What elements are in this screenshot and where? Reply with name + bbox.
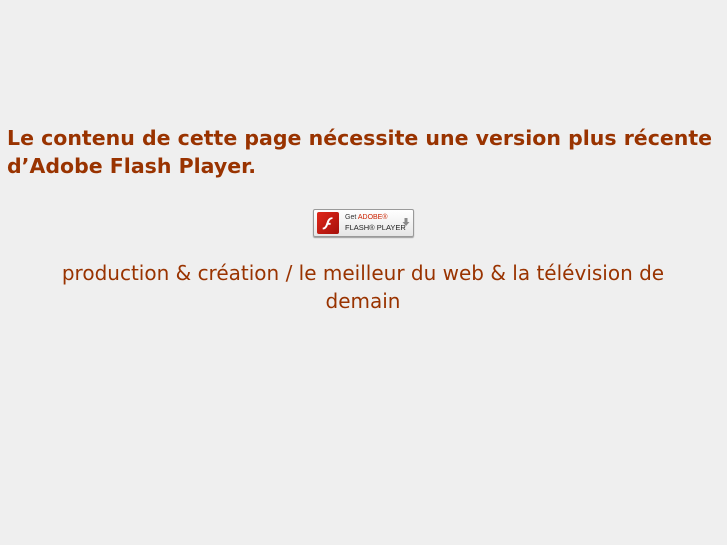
badge-flash-player-text: FLASH® PLAYER [345,223,406,232]
flash-required-notice: Le contenu de cette page nécessite une v… [7,126,713,178]
page: Le contenu de cette page nécessite une v… [0,0,727,545]
flash-badge: Get ADOBE® FLASH® PLAYER [313,209,414,237]
download-arrow-icon [402,212,410,226]
badge-line-get-adobe: Get ADOBE® [345,214,388,222]
get-flash-player-button[interactable]: Get ADOBE® FLASH® PLAYER [313,209,414,238]
site-tagline: production & création / le meilleur du w… [61,261,665,313]
badge-get-text: Get [345,214,358,221]
badge-adobe-text: ADOBE® [357,214,388,221]
flash-logo-icon [317,212,339,234]
